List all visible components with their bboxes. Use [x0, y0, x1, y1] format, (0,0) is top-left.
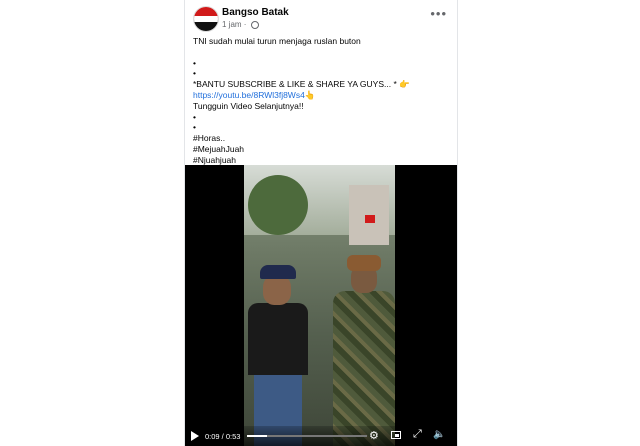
caption-line: [193, 47, 451, 58]
play-icon[interactable]: [191, 431, 199, 441]
facebook-post: Bangso Batak 1 jam · ••• TNI sudah mulai…: [184, 0, 458, 446]
more-options-icon[interactable]: •••: [430, 6, 447, 21]
settings-icon[interactable]: ⚙: [369, 429, 379, 442]
caption-line: TNI sudah mulai turun menjaga ruslan but…: [193, 36, 361, 46]
fullscreen-icon[interactable]: ⤢: [413, 428, 422, 441]
caption-line: •: [193, 122, 196, 133]
caption-line: *BANTU SUBSCRIBE & LIKE & SHARE YA GUYS.…: [193, 79, 410, 90]
hashtag-mejuahjuah[interactable]: #MejuahJuah: [193, 144, 451, 155]
caption-line: •: [193, 57, 196, 68]
pip-icon[interactable]: [391, 431, 401, 439]
video-controls: 0:09 / 0:53 ⚙ ⤢ 🔈: [185, 426, 457, 446]
youtube-link[interactable]: https://youtu.be/8RWl3fj8Ws4👆: [193, 90, 451, 101]
post-header: Bangso Batak 1 jam · •••: [185, 0, 457, 34]
page-avatar[interactable]: [193, 6, 219, 32]
video-frame[interactable]: [244, 165, 395, 446]
progress-bar[interactable]: [247, 435, 367, 437]
video-time: 0:09 / 0:53: [205, 432, 241, 441]
page-name[interactable]: Bangso Batak: [222, 7, 289, 18]
post-time[interactable]: 1 jam: [222, 20, 242, 29]
post-meta: 1 jam ·: [222, 20, 259, 29]
post-caption: TNI sudah mulai turun menjaga ruslan but…: [193, 36, 451, 166]
caption-line: •: [193, 68, 196, 79]
globe-icon: [250, 20, 259, 29]
volume-icon[interactable]: 🔈: [433, 429, 445, 440]
hashtag-njuahjuah[interactable]: #Njuahjuah: [193, 155, 451, 166]
caption-line: •: [193, 111, 196, 122]
hashtag-horas[interactable]: #Horas..: [193, 133, 451, 144]
caption-line: Tungguin Video Selanjutnya!!: [193, 100, 304, 111]
soldier-figure: [333, 255, 395, 446]
video-player[interactable]: 0:09 / 0:53 ⚙ ⤢ 🔈: [185, 165, 457, 446]
progress-fill: [247, 435, 268, 437]
civilian-figure: [248, 265, 308, 446]
